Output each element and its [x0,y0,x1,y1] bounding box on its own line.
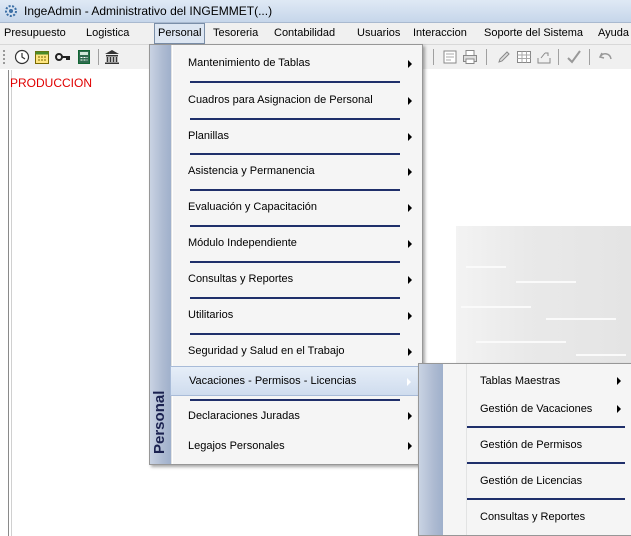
watermark-stroke [576,354,626,356]
menu-item-label: Vacaciones - Permisos - Licencias [189,375,357,387]
submenu-arrow-icon [408,312,412,320]
toolbar-separator [558,49,559,65]
submenu-arrow-icon [408,168,412,176]
submenu-item-gestion-permisos[interactable]: Gestión de Permisos [466,428,631,462]
submenu-arrow-icon [408,60,412,68]
submenu-arrow-icon [408,348,412,356]
check-icon[interactable] [566,49,582,65]
submenu-arrow-icon [408,240,412,248]
toolbar-separator [589,49,590,65]
menu-item-label: Gestión de Licencias [480,475,583,487]
title-bar: IngeAdmin - Administrativo del INGEMMET(… [0,0,631,23]
print-icon[interactable] [462,49,478,65]
toolbar-separator [98,49,99,65]
submenu-arrow-icon [408,276,412,284]
menu-item-label: Seguridad y Salud en el Trabajo [188,345,345,357]
grid-icon[interactable] [516,49,532,65]
menu-tesoreria[interactable]: Tesoreria [213,26,258,41]
menu-item-cuadros-asignacion[interactable]: Cuadros para Asignacion de Personal [172,83,422,118]
menu-item-modulo-independiente[interactable]: Módulo Independiente [172,226,422,261]
submenu-arrow-icon [407,378,411,386]
vacaciones-submenu: Tablas Maestras Gestión de Vacaciones Ge… [418,363,631,536]
edit-icon[interactable] [496,49,512,65]
menu-side-band [419,364,443,535]
menu-item-consultas-reportes[interactable]: Consultas y Reportes [172,262,422,297]
key-icon[interactable] [55,49,71,65]
menu-item-vacaciones-permisos-licencias[interactable]: Vacaciones - Permisos - Licencias [170,366,422,396]
menu-item-label: Gestión de Vacaciones [480,403,593,415]
toolbar-separator [486,49,487,65]
menu-contabilidad[interactable]: Contabilidad [274,26,335,41]
submenu-item-tablas-maestras[interactable]: Tablas Maestras [466,366,631,396]
menu-personal[interactable]: Personal [154,23,206,44]
menu-ayuda[interactable]: Ayuda [598,26,629,41]
menu-logistica[interactable]: Logistica [86,26,129,41]
personal-menu: Personal Mantenimiento de Tablas Cuadros… [149,44,423,465]
client-border [8,70,9,536]
menu-presupuesto[interactable]: Presupuesto [4,26,66,41]
menu-item-seguridad-salud[interactable]: Seguridad y Salud en el Trabajo [172,334,422,369]
toolbar-grip[interactable] [3,50,7,64]
environment-label: PRODUCCION [10,76,93,90]
watermark-stroke [466,266,506,268]
submenu-arrow-icon [617,377,621,385]
undo-icon[interactable] [598,49,614,65]
menu-item-asistencia-permanencia[interactable]: Asistencia y Permanencia [172,154,422,189]
menu-side-band: Personal [150,45,171,464]
calculator-icon[interactable] [76,49,92,65]
watermark-stroke [476,341,566,343]
calendar-icon[interactable] [34,49,50,65]
submenu-item-consultas-reportes[interactable]: Consultas y Reportes [466,500,631,534]
menu-item-mantenimiento-de-tablas[interactable]: Mantenimiento de Tablas [172,46,422,81]
menu-item-label: Planillas [188,130,229,142]
menu-item-label: Consultas y Reportes [480,511,586,523]
submenu-arrow-icon [408,442,412,450]
submenu-item-gestion-licencias[interactable]: Gestión de Licencias [466,464,631,498]
menu-interaccion[interactable]: Interaccion [413,26,467,41]
watermark-stroke [516,281,576,283]
watermark-stroke [461,306,531,308]
menu-item-label: Módulo Independiente [188,237,297,249]
menu-item-label: Mantenimiento de Tablas [188,57,311,69]
menu-item-label: Evaluación y Capacitación [188,201,318,213]
menu-item-label: Tablas Maestras [480,375,561,387]
menu-item-label: Legajos Personales [188,440,285,452]
toolbar-separator [433,49,434,65]
menu-item-declaraciones-juradas[interactable]: Declaraciones Juradas [172,401,422,431]
watermark-stroke [546,318,616,320]
menu-usuarios[interactable]: Usuarios [357,26,400,41]
menu-soporte-del-sistema[interactable]: Soporte del Sistema [484,26,583,41]
clock-icon[interactable] [14,49,30,65]
bank-icon[interactable] [104,49,120,65]
menu-item-label: Declaraciones Juradas [188,410,300,422]
preview-icon[interactable] [442,49,458,65]
submenu-item-gestion-vacaciones[interactable]: Gestión de Vacaciones [466,394,631,424]
menu-item-label: Consultas y Reportes [188,273,294,285]
submenu-arrow-icon [408,412,412,420]
submenu-arrow-icon [617,405,621,413]
menu-bar: Presupuesto Logistica Personal Tesoreria… [0,23,631,45]
submenu-arrow-icon [408,133,412,141]
background-watermark [456,226,631,374]
menu-item-label: Asistencia y Permanencia [188,165,315,177]
menu-side-band-label: Personal [151,390,168,454]
export-icon[interactable] [536,49,552,65]
submenu-arrow-icon [408,204,412,212]
menu-item-evaluacion-capacitacion[interactable]: Evaluación y Capacitación [172,190,422,225]
menu-item-label: Gestión de Permisos [480,439,583,451]
app-icon [5,5,17,17]
submenu-arrow-icon [408,97,412,105]
menu-item-utilitarios[interactable]: Utilitarios [172,298,422,333]
menu-item-label: Utilitarios [188,309,234,321]
menu-item-label: Cuadros para Asignacion de Personal [188,94,373,106]
menu-item-planillas[interactable]: Planillas [172,119,422,154]
window-title: IngeAdmin - Administrativo del INGEMMET(… [24,4,273,18]
menu-item-legajos-personales[interactable]: Legajos Personales [172,431,422,461]
client-border-inner [11,70,12,536]
